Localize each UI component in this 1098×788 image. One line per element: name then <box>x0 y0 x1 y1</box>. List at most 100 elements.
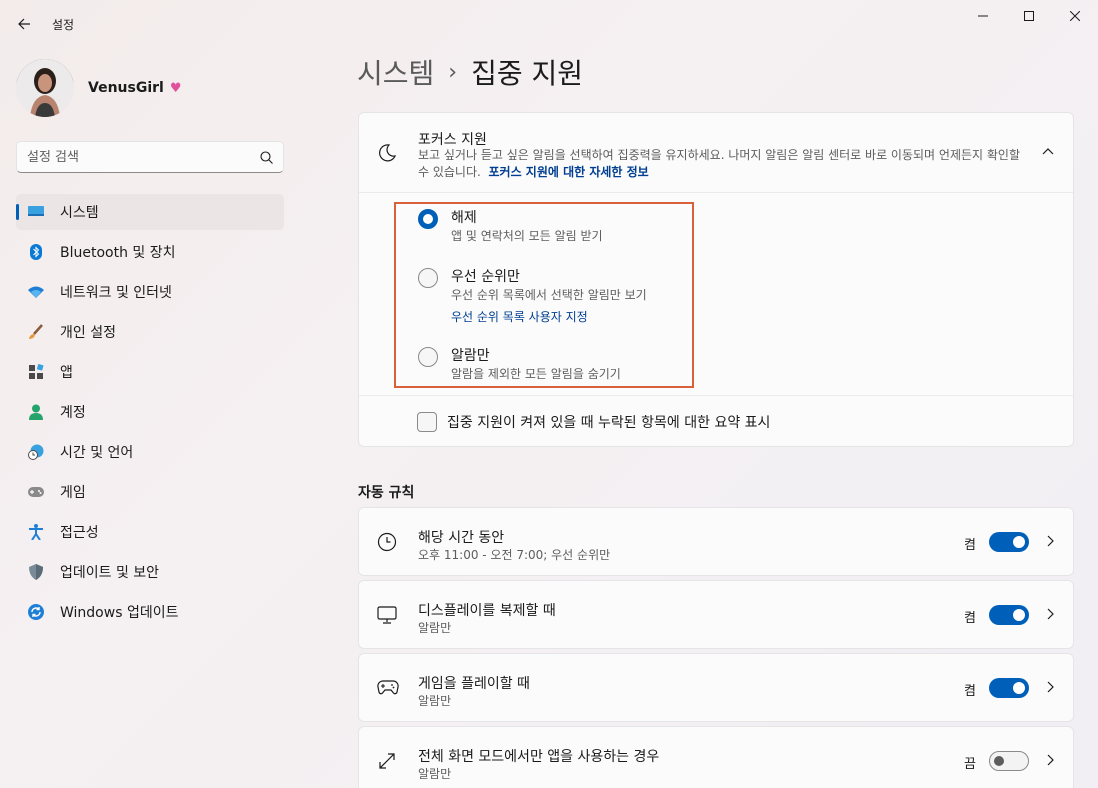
heart-icon: ♥ <box>169 80 182 96</box>
chevron-right-icon[interactable] <box>1043 753 1057 767</box>
moon-icon <box>379 144 397 162</box>
rule-subtitle: 알람만 <box>418 767 452 781</box>
sidebar-item-bluetooth[interactable]: Bluetooth 및 장치 <box>16 234 284 270</box>
sidebar-item-label: 게임 <box>60 485 86 501</box>
gamepad-icon <box>377 680 399 695</box>
rule-toggle[interactable] <box>989 678 1029 698</box>
rule-state: 켬 <box>964 538 976 553</box>
rule-subtitle: 오후 11:00 - 오전 7:00; 우선 순위만 <box>418 548 611 562</box>
sidebar-item-personalization[interactable]: 개인 설정 <box>16 314 284 350</box>
radio-off[interactable] <box>418 209 438 229</box>
option-alarms-only[interactable]: 알람만 알람을 제외한 모든 알림을 숨기기 <box>418 347 621 383</box>
fullscreen-icon <box>379 753 395 769</box>
summary-label: 집중 지원이 켜져 있을 때 누락된 항목에 대한 요약 표시 <box>447 414 771 431</box>
accessibility-icon <box>28 524 44 540</box>
wifi-icon <box>28 284 44 300</box>
close-icon <box>1070 11 1080 21</box>
title-bar: 설정 <box>0 0 1098 46</box>
customize-priority-list-link[interactable]: 우선 순위 목록 사용자 지정 <box>451 308 647 326</box>
radio-alarms-only[interactable] <box>418 347 438 367</box>
app-title: 설정 <box>52 18 75 32</box>
user-profile[interactable]: VenusGirl ♥ <box>16 58 181 118</box>
sidebar-item-system[interactable]: 시스템 <box>16 194 284 230</box>
automatic-rules-heading: 자동 규칙 <box>358 485 415 501</box>
clock-icon <box>377 532 397 552</box>
rule-subtitle: 알람만 <box>418 621 452 635</box>
system-icon <box>28 204 44 220</box>
sidebar-item-windows-update[interactable]: Windows 업데이트 <box>16 594 284 630</box>
breadcrumb-parent[interactable]: 시스템 <box>357 52 434 92</box>
rule-during-these-times[interactable]: 해당 시간 동안 오후 11:00 - 오전 7:00; 우선 순위만 켬 <box>358 507 1074 576</box>
chevron-right-icon[interactable] <box>1043 534 1057 548</box>
sidebar-item-label: 네트워크 및 인터넷 <box>60 285 172 301</box>
option-off[interactable]: 해제 앱 및 연락처의 모든 알림 받기 <box>418 209 603 245</box>
rule-toggle[interactable] <box>989 532 1029 552</box>
time-language-icon <box>28 444 44 460</box>
minimize-icon <box>978 15 988 17</box>
focus-assist-title: 포커스 지원 <box>418 132 487 148</box>
sidebar-item-accounts[interactable]: 계정 <box>16 394 284 430</box>
breadcrumb: 시스템 › 집중 지원 <box>357 52 583 92</box>
shield-icon <box>28 564 44 580</box>
rule-state: 끔 <box>964 757 976 772</box>
chevron-right-icon[interactable] <box>1043 607 1057 621</box>
rule-toggle[interactable] <box>989 751 1029 771</box>
rule-fullscreen-apps[interactable]: 전체 화면 모드에서만 앱을 사용하는 경우 알람만 끔 <box>358 726 1074 788</box>
sidebar-item-label: 시스템 <box>60 205 99 221</box>
rule-title: 게임을 플레이할 때 <box>418 676 530 692</box>
sidebar-item-gaming[interactable]: 게임 <box>16 474 284 510</box>
gaming-icon <box>28 484 44 500</box>
focus-assist-header[interactable]: 포커스 지원 보고 싶거나 듣고 싶은 알림을 선택하여 집중력을 유지하세요.… <box>359 113 1073 193</box>
back-button[interactable] <box>10 10 38 38</box>
sidebar-item-label: 업데이트 및 보안 <box>60 565 160 581</box>
brush-icon <box>28 324 44 340</box>
sidebar-item-time-language[interactable]: 시간 및 언어 <box>16 434 284 470</box>
rule-playing-game[interactable]: 게임을 플레이할 때 알람만 켬 <box>358 653 1074 722</box>
chevron-up-icon[interactable] <box>1041 145 1055 159</box>
breadcrumb-separator: › <box>448 59 458 85</box>
back-arrow-icon <box>18 18 30 30</box>
close-button[interactable] <box>1052 0 1098 32</box>
option-label: 알람만 <box>451 348 490 364</box>
sidebar-item-label: 시간 및 언어 <box>60 445 134 461</box>
sidebar-item-label: Windows 업데이트 <box>60 605 179 621</box>
summary-checkbox[interactable] <box>417 411 437 432</box>
search-input[interactable] <box>27 149 260 165</box>
sidebar-item-label: 접근성 <box>60 525 99 541</box>
focus-assist-card: 포커스 지원 보고 싶거나 듣고 싶은 알림을 선택하여 집중력을 유지하세요.… <box>358 112 1074 447</box>
avatar <box>16 59 74 117</box>
avatar-image <box>16 59 74 117</box>
profile-name-label: VenusGirl <box>88 80 164 96</box>
sidebar-item-update-security[interactable]: 업데이트 및 보안 <box>16 554 284 590</box>
radio-priority-only[interactable] <box>418 268 438 288</box>
profile-name: VenusGirl ♥ <box>88 80 181 96</box>
rule-title: 디스플레이를 복제할 때 <box>418 603 556 619</box>
sidebar-nav: 시스템 Bluetooth 및 장치 네트워크 및 인터넷 개인 설정 앱 계정 <box>16 194 284 634</box>
option-description: 알람을 제외한 모든 알림을 숨기기 <box>451 367 621 381</box>
rule-state: 켬 <box>964 611 976 626</box>
sidebar-item-label: 앱 <box>60 365 73 381</box>
settings-search[interactable] <box>16 141 284 173</box>
option-description: 우선 순위 목록에서 선택한 알림만 보기 <box>451 288 647 302</box>
chevron-right-icon[interactable] <box>1043 680 1057 694</box>
rule-duplicating-display[interactable]: 디스플레이를 복제할 때 알람만 켬 <box>358 580 1074 649</box>
minimize-button[interactable] <box>960 0 1006 32</box>
rule-title: 전체 화면 모드에서만 앱을 사용하는 경우 <box>418 749 660 765</box>
sidebar-item-apps[interactable]: 앱 <box>16 354 284 390</box>
maximize-button[interactable] <box>1006 0 1052 32</box>
option-description: 앱 및 연락처의 모든 알림 받기 <box>451 229 603 243</box>
rule-state: 켬 <box>964 684 976 699</box>
focus-assist-help-link[interactable]: 포커스 지원에 대한 자세한 정보 <box>488 165 648 179</box>
sidebar-item-label: 계정 <box>60 405 86 421</box>
maximize-icon <box>1024 11 1034 21</box>
page-title: 집중 지원 <box>471 57 584 90</box>
sidebar-item-network[interactable]: 네트워크 및 인터넷 <box>16 274 284 310</box>
focus-mode-options: 해제 앱 및 연락처의 모든 알림 받기 우선 순위만 우선 순위 목록에서 선… <box>394 202 694 388</box>
option-priority-only[interactable]: 우선 순위만 우선 순위 목록에서 선택한 알림만 보기 우선 순위 목록 사용… <box>418 268 647 326</box>
bluetooth-icon <box>28 244 44 260</box>
rule-toggle[interactable] <box>989 605 1029 625</box>
option-label: 해제 <box>451 210 477 226</box>
apps-icon <box>28 364 44 380</box>
sidebar-item-accessibility[interactable]: 접근성 <box>16 514 284 550</box>
search-icon <box>260 150 273 164</box>
